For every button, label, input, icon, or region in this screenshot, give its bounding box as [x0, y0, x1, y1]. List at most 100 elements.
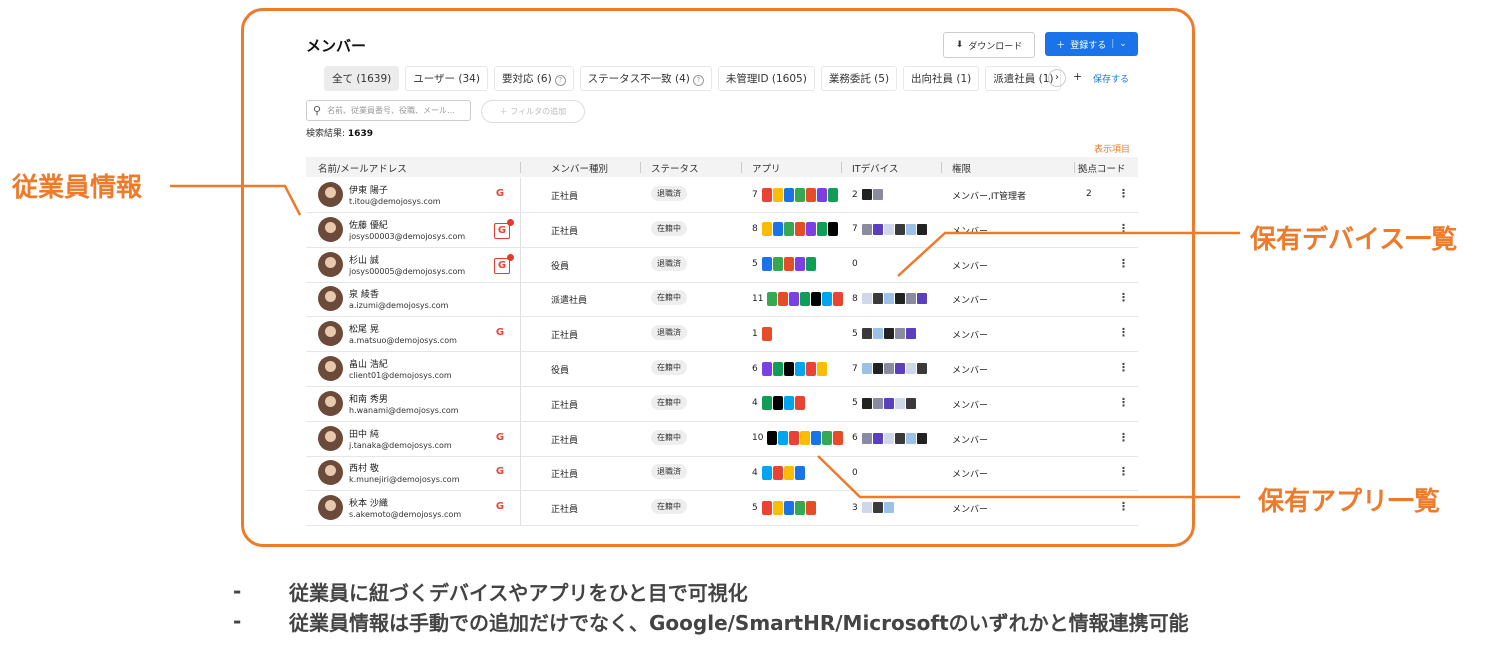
table-row[interactable]: 和南 秀男 h.wanami@demojosys.com 正社員 在籍中 4 5 メンバー ⋮ [306, 386, 1138, 422]
member-name[interactable]: 松尾 晃 [349, 322, 379, 335]
app-list[interactable]: 11 [752, 290, 844, 307]
app-list[interactable]: 5 [752, 256, 816, 273]
table-row[interactable]: 田中 純 j.tanaka@demojosys.com G 正社員 在籍中 10 6 メンバー… [306, 421, 1138, 457]
col-devices[interactable]: ITデバイス [852, 161, 898, 175]
member-name[interactable]: 杉山 誠 [349, 253, 379, 266]
device-list[interactable]: 8 [852, 290, 927, 307]
table-row[interactable]: 西村 敬 k.munejiri@demojosys.com G 正社員 退職済 4 0 メンバ… [306, 456, 1138, 492]
member-role: メンバー,IT管理者 [952, 192, 1027, 202]
member-type: 正社員 [551, 400, 579, 411]
member-name[interactable]: 泉 綾香 [349, 287, 379, 300]
device-list[interactable]: 7 [852, 221, 927, 238]
device-list[interactable]: 0 [852, 464, 861, 481]
more-options-icon[interactable]: ⋮ [1118, 396, 1129, 409]
app-icon [761, 361, 772, 376]
member-name[interactable]: 田中 純 [349, 427, 379, 440]
more-options-icon[interactable]: ⋮ [1118, 465, 1129, 478]
member-name[interactable]: 佐藤 優紀 [349, 218, 388, 231]
tab-users[interactable]: ユーザー (34) [405, 65, 488, 91]
table-row[interactable]: 佐藤 優紀 josys00003@demojosys.com G 正社員 在籍中 8 7 メン… [306, 212, 1138, 248]
device-list[interactable]: 2 [852, 186, 883, 203]
app-icon [805, 500, 816, 515]
col-type[interactable]: メンバー種別 [551, 161, 608, 175]
member-type: 正社員 [551, 435, 579, 446]
app-list[interactable]: 8 [752, 221, 838, 238]
more-options-icon[interactable]: ⋮ [1118, 257, 1129, 270]
search-icon: ⚲ [313, 104, 322, 117]
more-options-icon[interactable]: ⋮ [1118, 431, 1129, 444]
download-button[interactable]: ⬇ ダウンロード [943, 32, 1035, 58]
app-count: 10 [752, 433, 764, 444]
search-input[interactable]: ⚲ 名前、従業員番号、役職、メール… [306, 100, 471, 121]
col-kyoten[interactable]: 拠点コード [1078, 161, 1126, 175]
app-icon [783, 361, 794, 376]
member-name[interactable]: 西村 敬 [349, 461, 379, 474]
col-name[interactable]: 名前/メールアドレス [318, 161, 407, 175]
table-row[interactable]: 畠山 浩紀 client01@demojosys.com 役員 在籍中 6 7 メンバー ⋮ [306, 352, 1138, 387]
device-icon [861, 397, 872, 409]
app-icon [772, 257, 783, 272]
col-apps[interactable]: アプリ [752, 161, 781, 175]
tab-action-required[interactable]: 要対応 (6)? [493, 65, 574, 91]
tabs-next-icon[interactable]: › [1048, 69, 1066, 87]
status-badge: 在籍中 [651, 360, 687, 375]
app-list[interactable]: 6 [752, 360, 827, 377]
app-list[interactable]: 4 [752, 395, 805, 412]
tab-status-mismatch[interactable]: ステータス不一致 (4)? [579, 65, 712, 91]
more-options-icon[interactable]: ⋮ [1118, 187, 1129, 200]
more-options-icon[interactable]: ⋮ [1118, 291, 1129, 304]
device-list[interactable]: 7 [852, 360, 927, 377]
app-list[interactable]: 10 [752, 430, 844, 447]
save-tab-button[interactable]: 保存する [1093, 72, 1129, 85]
device-icon [872, 328, 883, 340]
col-status[interactable]: ステータス [651, 161, 699, 175]
google-icon: G [495, 501, 505, 513]
table-row[interactable]: 松尾 晃 a.matsuo@demojosys.com G 正社員 退職済 1 5 メンバー ⋮ [306, 317, 1138, 353]
member-name[interactable]: 畠山 浩紀 [349, 357, 388, 370]
more-options-icon[interactable]: ⋮ [1118, 361, 1129, 374]
table-row[interactable]: 伊東 陽子 t.itou@demojosys.com G 正社員 退職済 7 2 メンバー,I… [306, 178, 1138, 213]
status-badge: 在籍中 [651, 429, 687, 445]
col-role[interactable]: 権限 [952, 161, 971, 175]
table-row[interactable]: 秋本 沙織 s.akemoto@demojosys.com G 正社員 在籍中 5 3 メンバ… [306, 491, 1138, 527]
member-name[interactable]: 伊東 陽子 [349, 183, 388, 196]
device-icon [883, 432, 894, 444]
more-options-icon[interactable]: ⋮ [1118, 326, 1129, 339]
device-list[interactable]: 0 [852, 256, 861, 273]
register-button[interactable]: ＋ 登録する | ⌄ [1045, 32, 1138, 56]
avatar [318, 425, 343, 451]
member-name[interactable]: 秋本 沙織 [349, 496, 388, 509]
app-list[interactable]: 5 [752, 499, 816, 516]
add-filter-button[interactable]: ＋ フィルタの追加 [481, 100, 585, 123]
app-icon [772, 361, 783, 376]
add-tab-icon[interactable]: + [1073, 70, 1082, 83]
device-icon [861, 363, 872, 374]
tab-all[interactable]: 全て (1639) [324, 65, 400, 91]
device-icon [872, 223, 883, 235]
status-badge: 退職済 [651, 464, 687, 480]
app-icon [816, 187, 827, 202]
device-list[interactable]: 3 [852, 499, 894, 516]
device-list[interactable]: 5 [852, 325, 916, 342]
device-list[interactable]: 5 [852, 395, 916, 412]
more-options-icon[interactable]: ⋮ [1118, 500, 1129, 513]
device-count: 6 [852, 433, 858, 444]
app-list[interactable]: 7 [752, 186, 838, 203]
device-icon [872, 363, 883, 374]
tab-unmanaged-id[interactable]: 未管理ID (1605) [717, 65, 815, 91]
app-list[interactable]: 4 [752, 464, 805, 481]
tab-contractor[interactable]: 業務委託 (5) [820, 65, 898, 91]
device-list[interactable]: 6 [852, 430, 927, 447]
tab-seconded[interactable]: 出向社員 (1) [903, 65, 980, 91]
chevron-down-icon[interactable]: ⌄ [1119, 39, 1127, 49]
member-email: client01@demojosys.com [349, 371, 452, 380]
google-icon [493, 291, 507, 305]
display-items-link[interactable]: 表示項目 [1094, 142, 1130, 155]
table-row[interactable]: 杉山 誠 josys00005@demojosys.com G 役員 退職済 5 0 メンバー… [306, 247, 1138, 283]
table-row[interactable]: 泉 綾香 a.izumi@demojosys.com 派遣社員 在籍中 11 8 メンバー ⋮ [306, 282, 1138, 318]
member-type: 正社員 [551, 505, 579, 516]
app-count: 4 [752, 398, 758, 409]
member-name[interactable]: 和南 秀男 [349, 392, 388, 405]
app-list[interactable]: 1 [752, 325, 772, 342]
more-options-icon[interactable]: ⋮ [1118, 222, 1129, 235]
